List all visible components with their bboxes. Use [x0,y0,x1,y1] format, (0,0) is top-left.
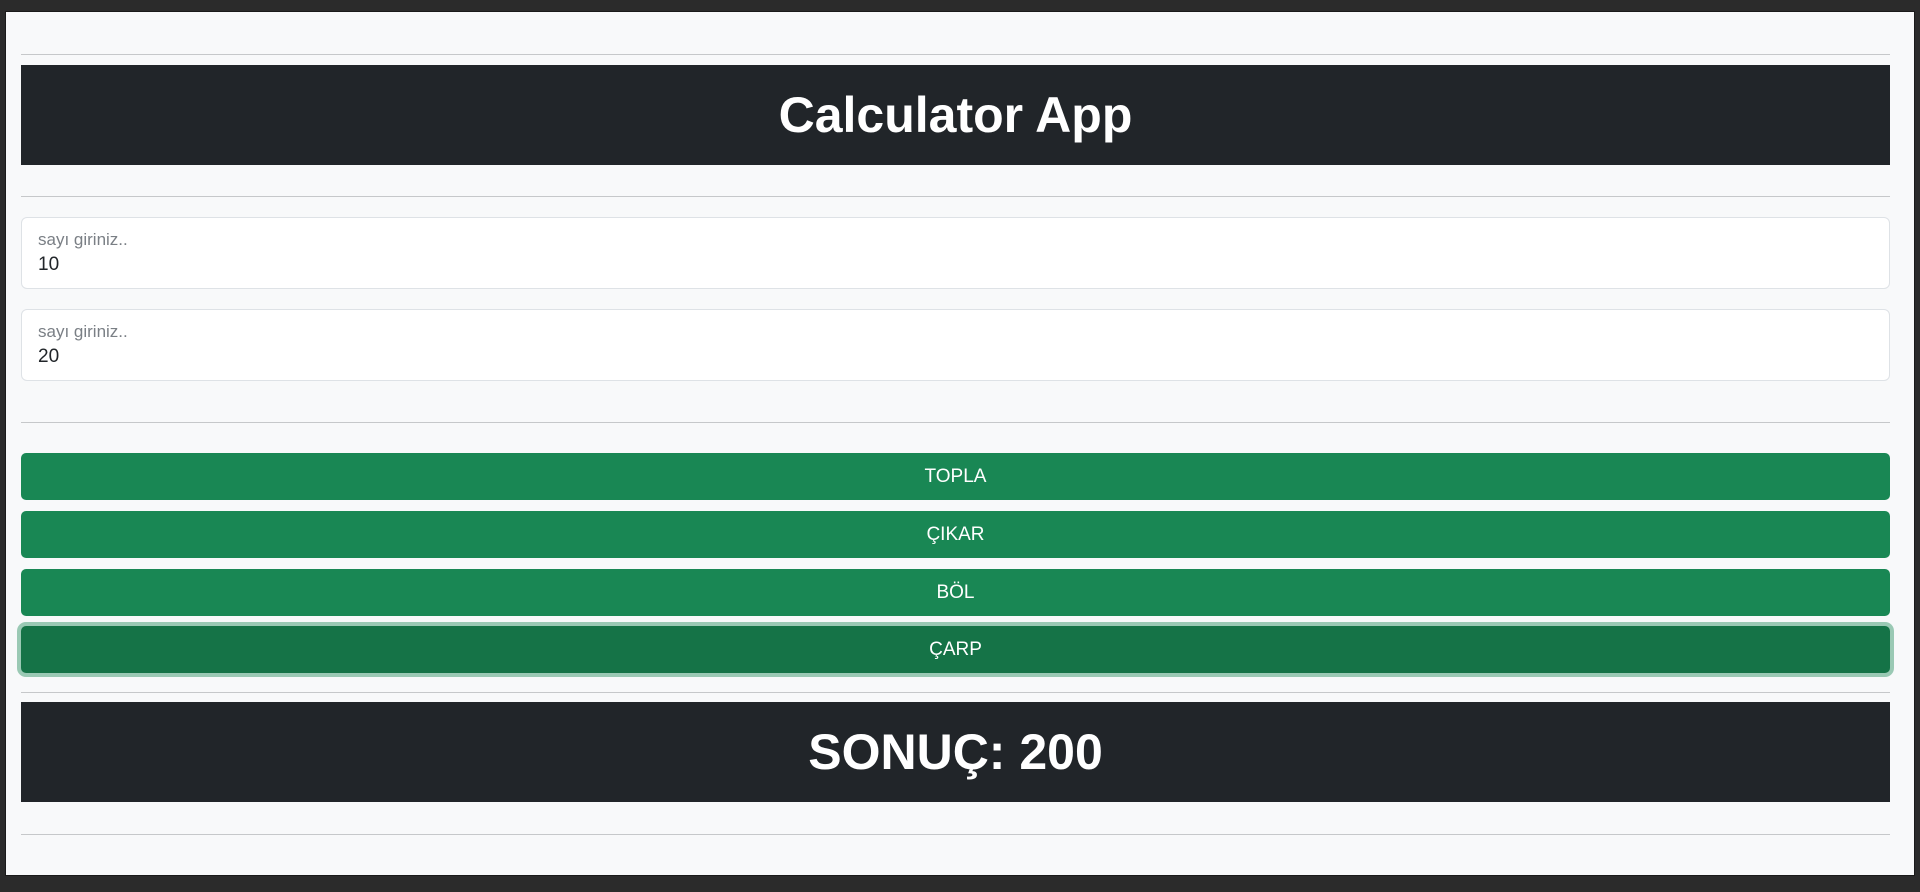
divide-button[interactable]: BÖL [21,569,1890,616]
divider [21,692,1890,693]
first-number-label: sayı giriniz.. [38,230,128,249]
divider [21,834,1890,835]
multiply-button[interactable]: ÇARP [21,626,1890,673]
app-title-banner: Calculator App [21,65,1890,165]
second-number-input[interactable]: 20 [38,346,59,368]
first-number-field[interactable]: sayı giriniz.. 10 [21,217,1890,289]
divider [21,422,1890,423]
second-number-field[interactable]: sayı giriniz.. 20 [21,309,1890,381]
result-banner: SONUÇ: 200 [21,702,1890,802]
app-title: Calculator App [778,87,1133,143]
divider [21,196,1890,197]
result-text: SONUÇ: 200 [808,724,1103,780]
add-button[interactable]: TOPLA [21,453,1890,500]
second-number-label: sayı giriniz.. [38,322,128,341]
divider [21,54,1890,55]
first-number-input[interactable]: 10 [38,254,59,276]
subtract-button[interactable]: ÇIKAR [21,511,1890,558]
